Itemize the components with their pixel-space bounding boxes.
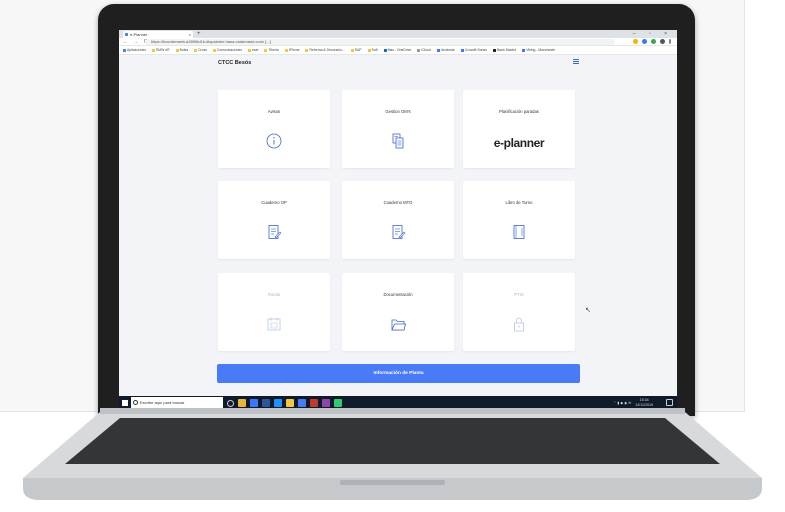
folder-icon bbox=[248, 48, 252, 52]
bookmark-item[interactable]: Comunicaciones bbox=[212, 48, 242, 52]
profile-avatar[interactable] bbox=[660, 39, 665, 44]
card-label: PTW bbox=[514, 292, 524, 297]
card-gestion-oms[interactable]: Gestion OM's bbox=[342, 90, 454, 168]
tab-close-icon[interactable]: × bbox=[189, 31, 191, 38]
card-ronda: Ronda bbox=[218, 273, 330, 351]
calendar-icon bbox=[267, 317, 281, 331]
laptop-screen: e-Planner × + – ▫ × ← → C https://bocrde… bbox=[119, 30, 677, 410]
folder-icon bbox=[152, 48, 156, 52]
folder-icon bbox=[212, 48, 216, 52]
card-label: Documentación bbox=[383, 292, 413, 297]
bookmark-item[interactable]: Cross bbox=[194, 48, 207, 52]
bookmark-item[interactable]: Viking - Mancheste bbox=[522, 48, 555, 52]
info-planta-button[interactable]: Información de Planta bbox=[217, 364, 580, 383]
bookmark-item[interactable]: IPhone bbox=[284, 48, 299, 52]
bookmark-item[interactable]: Mas - OneDrive bbox=[383, 48, 411, 52]
card-libro-de-turno[interactable]: Libro de Turno bbox=[463, 181, 575, 259]
folder-icon bbox=[305, 48, 309, 52]
bookmark-item[interactable]: SAP bbox=[350, 48, 362, 52]
browser-tab-strip: e-Planner × + – ▫ × bbox=[119, 30, 677, 38]
card-label: Cuaderno OP bbox=[261, 200, 287, 205]
card-cuaderno-mto[interactable]: Cuaderno MTO bbox=[342, 181, 454, 259]
extension-icons bbox=[633, 39, 671, 45]
card-documentacion[interactable]: Documentación bbox=[342, 273, 454, 351]
card-label: Avisos bbox=[267, 109, 281, 114]
card-label: Cuaderno MTO bbox=[383, 200, 413, 205]
bookmark-item[interactable]: Bank Madrid bbox=[493, 48, 516, 52]
laptop-base bbox=[23, 408, 762, 500]
apps-icon bbox=[123, 48, 126, 52]
extension-icon[interactable] bbox=[642, 39, 647, 44]
extension-icon[interactable] bbox=[651, 39, 656, 44]
card-label: Ronda bbox=[267, 292, 281, 297]
bookmark-icon bbox=[460, 48, 464, 52]
menu-icon[interactable] bbox=[669, 39, 671, 44]
bookmark-item[interactable]: Crossfit Soriao bbox=[460, 48, 487, 52]
lock-icon bbox=[514, 317, 524, 332]
menu-icon[interactable] bbox=[573, 59, 579, 64]
bookmark-icon bbox=[522, 48, 526, 52]
card-label: Planificación paradas bbox=[499, 109, 539, 114]
bookmark-item[interactable]: Soft bbox=[367, 48, 378, 52]
document-grid-icon bbox=[392, 133, 404, 149]
e-planner-logo: e-planner bbox=[493, 136, 545, 150]
page-title: CTCC Besós bbox=[218, 60, 252, 66]
card-ptw: PTW bbox=[463, 273, 575, 351]
folder-icon bbox=[175, 48, 179, 52]
apple-icon bbox=[417, 48, 421, 52]
bookmark-icon bbox=[493, 48, 497, 52]
window-controls[interactable]: – ▫ × bbox=[633, 30, 673, 38]
folder-icon bbox=[350, 48, 354, 52]
cloud-icon bbox=[383, 48, 387, 52]
bookmark-item[interactable]: Aplicaciones bbox=[123, 48, 146, 52]
tab-title: e-Planner bbox=[130, 32, 148, 37]
edit-document-icon bbox=[268, 225, 282, 239]
info-icon bbox=[266, 133, 282, 149]
folder-icon bbox=[194, 48, 198, 52]
bookmark-icon bbox=[436, 48, 440, 52]
edit-document-icon bbox=[392, 225, 406, 239]
browser-toolbar: ← → C https://bocrdenweb-a35f96d1b.dispa… bbox=[119, 38, 677, 46]
new-tab-button[interactable]: + bbox=[197, 30, 201, 38]
bookmark-item[interactable]: Reforma & Decoracio... bbox=[305, 48, 345, 52]
mouse-cursor-icon: ↖ bbox=[585, 307, 591, 314]
app-content: CTCC Besós Avisos Gestion OM's Planifica… bbox=[119, 55, 677, 396]
bookmarks-bar: Aplicaciones SMW eR Bolsa Cross Comunica… bbox=[119, 46, 677, 55]
bookmark-item[interactable]: Arrahede bbox=[436, 48, 455, 52]
folder-icon bbox=[264, 48, 268, 52]
bookmark-item[interactable]: eset bbox=[248, 48, 258, 52]
browser-tab[interactable]: e-Planner × bbox=[123, 31, 193, 38]
laptop-mockup: e-Planner × + – ▫ × ← → C https://bocrde… bbox=[0, 0, 785, 512]
card-planificacion-paradas[interactable]: Planificación paradas e-planner bbox=[463, 90, 575, 168]
bookmark-item[interactable]: iCloud bbox=[417, 48, 431, 52]
star-icon[interactable] bbox=[633, 39, 638, 44]
folder-icon bbox=[391, 319, 406, 331]
bookmark-item[interactable]: SMW eR bbox=[152, 48, 170, 52]
folder-icon bbox=[367, 48, 371, 52]
bookmark-item[interactable]: Tiberia bbox=[264, 48, 279, 52]
address-bar[interactable]: https://bocrdenweb-a35f96d1b.dispatcher.… bbox=[145, 39, 615, 45]
favicon-icon bbox=[125, 33, 128, 36]
card-label: Libro de Turno bbox=[505, 200, 533, 205]
card-cuaderno-op[interactable]: Cuaderno OP bbox=[218, 181, 330, 259]
card-avisos[interactable]: Avisos bbox=[218, 90, 330, 168]
folder-icon bbox=[284, 48, 288, 52]
notebook-icon bbox=[513, 225, 525, 239]
card-label: Gestion OM's bbox=[385, 109, 411, 114]
bookmark-item[interactable]: Bolsa bbox=[175, 48, 188, 52]
